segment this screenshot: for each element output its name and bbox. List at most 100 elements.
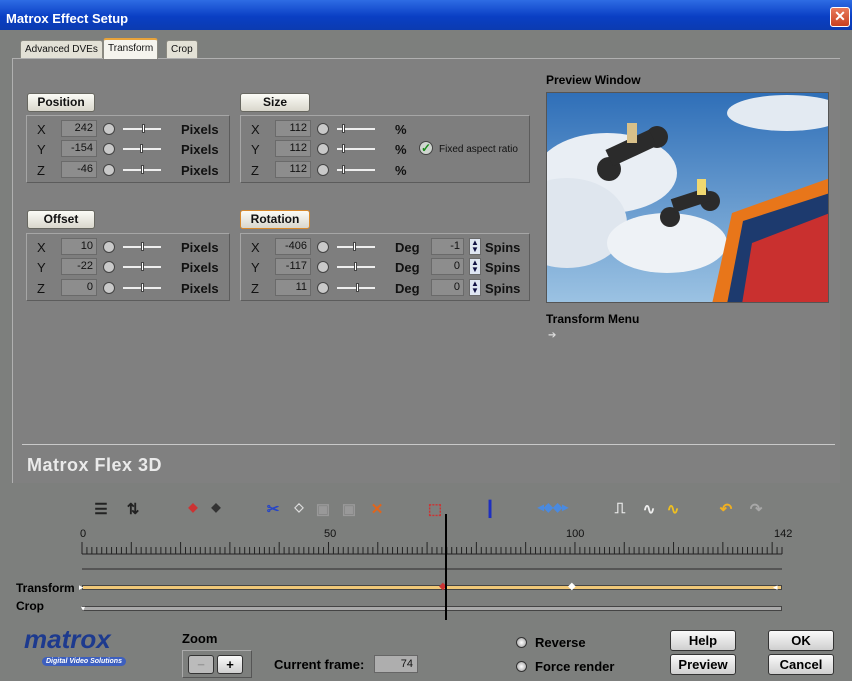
tab-crop[interactable]: Crop [166, 40, 198, 59]
offset-x-slider[interactable] [123, 242, 161, 251]
rotation-x-field[interactable]: -406 [275, 238, 311, 255]
size-y-slider[interactable] [337, 144, 375, 153]
offset-button[interactable]: Offset [27, 210, 95, 229]
tab-transform[interactable]: Transform [103, 38, 159, 59]
crop-keyframe-start[interactable]: ▾ [81, 604, 85, 613]
undo-icon[interactable]: ↶ [715, 500, 737, 518]
rotation-y-jog-icon[interactable] [317, 261, 329, 273]
rotation-z-slider[interactable] [337, 283, 375, 292]
menu-lines-icon[interactable]: ☰ [90, 500, 112, 518]
current-frame-playhead[interactable] [445, 514, 447, 620]
delete-icon[interactable]: ✕ [366, 500, 388, 518]
offset-x-jog-icon[interactable] [103, 241, 115, 253]
rotation-z-jog-icon[interactable] [317, 282, 329, 294]
current-frame-marker-icon[interactable]: ┃ [479, 500, 501, 518]
rotation-z-field[interactable]: 11 [275, 279, 311, 296]
position-y-jog-icon[interactable] [103, 143, 115, 155]
keyframe-100[interactable]: ◆ [568, 581, 576, 592]
axis-label: Z [251, 281, 259, 296]
keyframe-end[interactable]: ◂ [773, 582, 778, 593]
track-label-crop: Crop [16, 599, 44, 613]
transform-menu-arrow-icon[interactable]: ➔ [548, 330, 556, 341]
tab-advanced-dves[interactable]: Advanced DVEs [20, 40, 103, 59]
divider [22, 444, 835, 445]
rotation-z-spin-updown-icon[interactable]: ▲ ▼ [469, 279, 481, 296]
rotation-x-jog-icon[interactable] [317, 241, 329, 253]
position-z-jog-icon[interactable] [103, 164, 115, 176]
unit-label: % [395, 142, 407, 157]
position-row-x: X 242 Pixels [27, 120, 229, 138]
position-z-slider[interactable] [123, 165, 161, 174]
interpolation-linear-icon[interactable]: ∿ [638, 500, 660, 518]
help-button[interactable]: Help [670, 630, 736, 651]
size-button[interactable]: Size [240, 93, 310, 112]
logo-text: matrox [24, 624, 111, 654]
timeline-ruler[interactable] [0, 525, 852, 585]
size-x-field[interactable]: 112 [275, 120, 311, 137]
force-render-radio[interactable] [516, 661, 527, 672]
axis-label: X [251, 240, 260, 255]
position-x-field[interactable]: 242 [61, 120, 97, 137]
preview-button[interactable]: Preview [670, 654, 736, 675]
size-z-field[interactable]: 112 [275, 161, 311, 178]
fixed-aspect-label: Fixed aspect ratio [439, 144, 518, 155]
rotation-x-slider[interactable] [337, 242, 375, 251]
size-x-slider[interactable] [337, 124, 375, 133]
track-label-transform: Transform [16, 581, 75, 595]
interpolation-step-icon[interactable]: ⎍ [606, 500, 634, 517]
size-row-y: Y 112 % ✓ Fixed aspect ratio [241, 140, 529, 158]
window-title-bar: Matrox Effect Setup ✕ [0, 0, 852, 30]
select-range-icon[interactable]: ⬚ [424, 500, 446, 518]
navigate-keyframes-icon[interactable]: ◂◆◆▸ [531, 500, 575, 514]
crop-track[interactable]: ▾ [81, 604, 782, 613]
offset-x-field[interactable]: 10 [61, 238, 97, 255]
rotation-y-field[interactable]: -117 [275, 258, 311, 275]
cut-icon[interactable]: ✂ [262, 500, 284, 518]
fixed-aspect-check-icon[interactable]: ✓ [419, 141, 433, 155]
zoom-in-button[interactable]: + [217, 655, 243, 674]
size-x-jog-icon[interactable] [317, 123, 329, 135]
rotation-y-spins-field[interactable]: 0 [431, 258, 464, 275]
rotation-y-slider[interactable] [337, 262, 375, 271]
add-keyframe-icon[interactable]: ◆ [182, 500, 204, 514]
keyframe-start[interactable]: ▸ [79, 582, 84, 593]
axis-label: X [251, 122, 260, 137]
ok-button[interactable]: OK [768, 630, 834, 651]
position-x-jog-icon[interactable] [103, 123, 115, 135]
size-z-jog-icon[interactable] [317, 164, 329, 176]
transform-menu-label: Transform Menu [546, 312, 640, 326]
size-y-field[interactable]: 112 [275, 140, 311, 157]
reverse-radio[interactable] [516, 637, 527, 648]
transform-track[interactable]: ▸ ◆ ◆ ◂ [79, 581, 782, 593]
axis-label: Y [251, 142, 260, 157]
rotation-x-spin-updown-icon[interactable]: ▲ ▼ [469, 238, 481, 255]
offset-y-field[interactable]: -22 [61, 258, 97, 275]
keyframe-toggle-icon[interactable]: ⇅ [122, 500, 144, 518]
unit-label: Pixels [181, 260, 219, 275]
remove-keyframe-icon[interactable]: ◆ [205, 500, 227, 514]
rotation-y-spin-updown-icon[interactable]: ▲ ▼ [469, 258, 481, 275]
size-z-slider[interactable] [337, 165, 375, 174]
offset-z-jog-icon[interactable] [103, 282, 115, 294]
rotation-button[interactable]: Rotation [240, 210, 310, 229]
position-button[interactable]: Position [27, 93, 95, 112]
copy-icon[interactable]: ◇ [288, 500, 310, 514]
position-y-slider[interactable] [123, 144, 161, 153]
close-icon[interactable]: ✕ [830, 7, 850, 27]
position-x-slider[interactable] [123, 124, 161, 133]
rotation-x-spins-field[interactable]: -1 [431, 238, 464, 255]
offset-z-field[interactable]: 0 [61, 279, 97, 296]
axis-label: Z [251, 163, 259, 178]
offset-row-x: X 10 Pixels [27, 238, 229, 256]
current-frame-field[interactable]: 74 [374, 655, 418, 673]
cancel-button[interactable]: Cancel [768, 654, 834, 675]
interpolation-curve-icon[interactable]: ∿ [662, 500, 684, 518]
offset-y-jog-icon[interactable] [103, 261, 115, 273]
rotation-z-spins-field[interactable]: 0 [431, 279, 464, 296]
window-title: Matrox Effect Setup [6, 11, 129, 26]
position-z-field[interactable]: -46 [61, 161, 97, 178]
offset-y-slider[interactable] [123, 262, 161, 271]
size-y-jog-icon[interactable] [317, 143, 329, 155]
position-y-field[interactable]: -154 [61, 140, 97, 157]
offset-z-slider[interactable] [123, 283, 161, 292]
